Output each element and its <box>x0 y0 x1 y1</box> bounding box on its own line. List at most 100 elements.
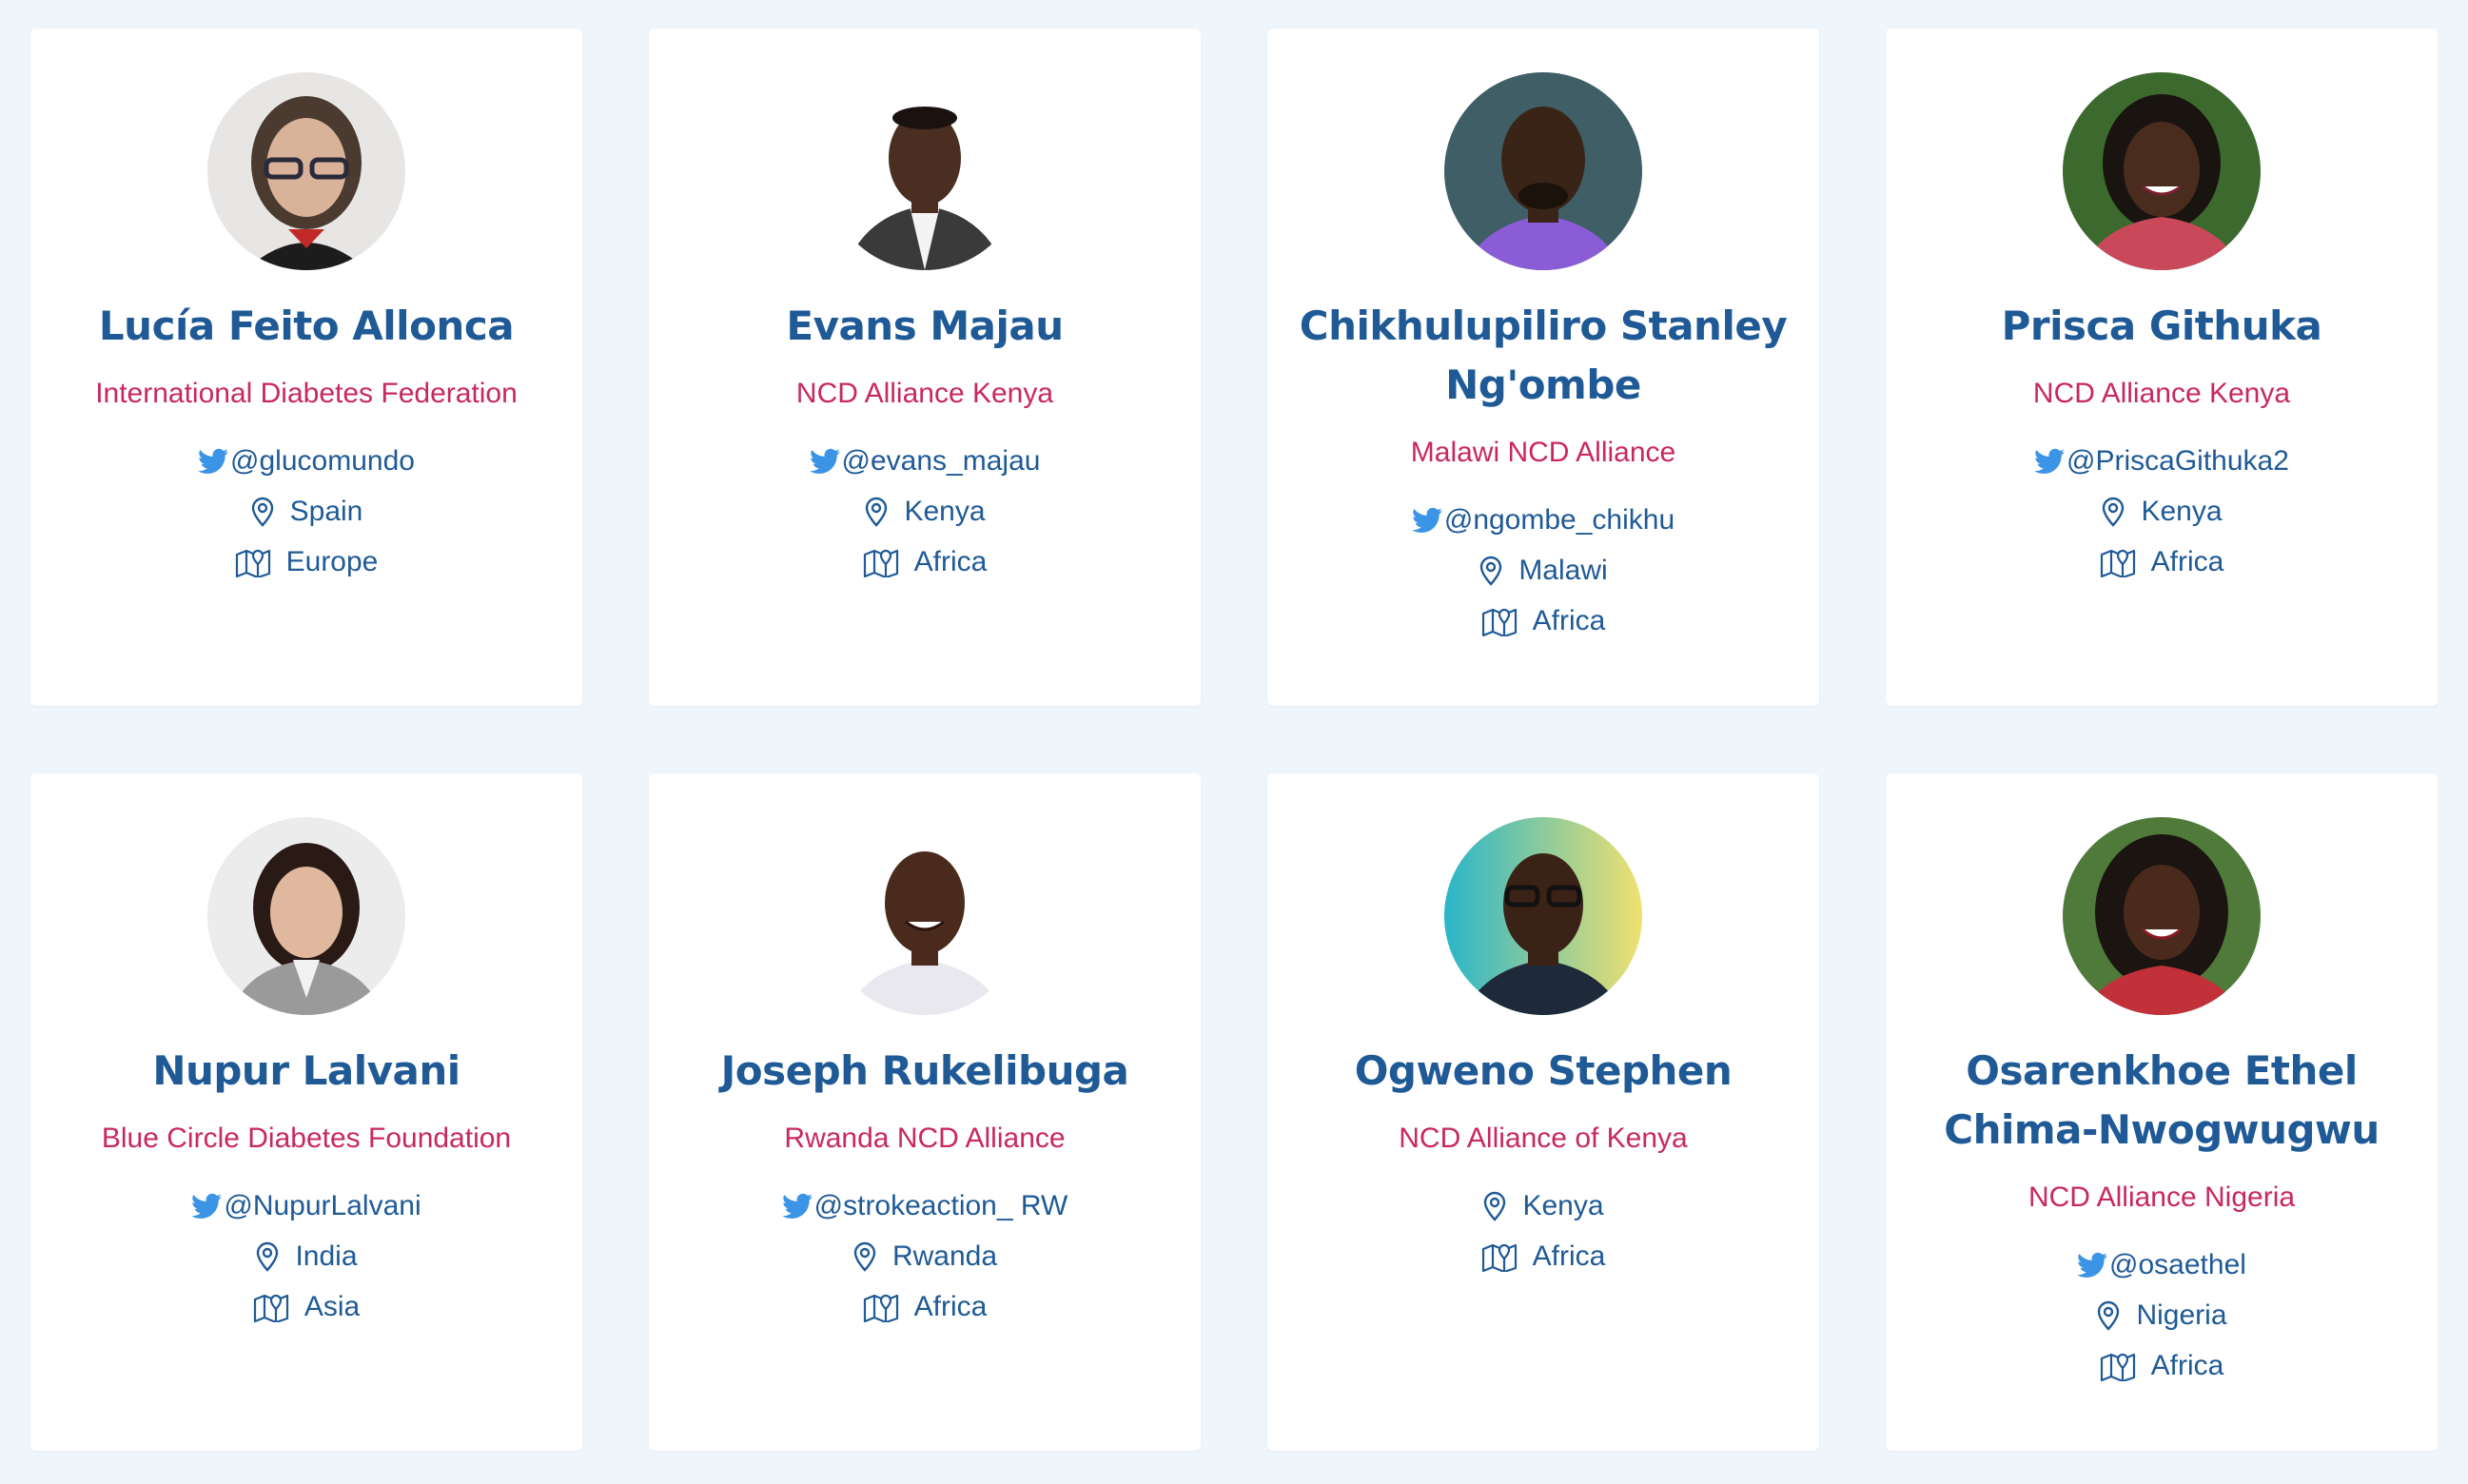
person-organization[interactable]: Malawi NCD Alliance <box>1267 434 1819 472</box>
avatar <box>2063 817 2261 1015</box>
person-name: Lucía Feito Allonca <box>98 303 515 349</box>
twitter-handle-row[interactable]: @PriscaGithuka2 <box>1886 436 2438 486</box>
location-row: Rwanda <box>649 1231 1201 1281</box>
avatar <box>2063 72 2261 270</box>
avatar <box>826 817 1024 1015</box>
twitter-icon <box>2034 448 2066 474</box>
map-pin-icon <box>2098 1300 2120 1331</box>
map-pin-icon <box>2103 497 2125 527</box>
twitter-handle[interactable]: @PriscaGithuka2 <box>2066 445 2289 478</box>
twitter-handle[interactable]: @osaethel <box>2109 1249 2246 1281</box>
region-row: Africa <box>1267 1231 1819 1281</box>
person-meta: Kenya Africa <box>1267 1181 1819 1281</box>
location-row: Malawi <box>1267 545 1819 596</box>
person-organization[interactable]: NCD Alliance Kenya <box>1886 375 2438 413</box>
twitter-handle-row[interactable]: @NupurLalvani <box>30 1181 582 1231</box>
region-row: Asia <box>30 1281 582 1332</box>
person-region: Africa <box>1532 604 1606 636</box>
map-icon <box>235 549 270 577</box>
person-region: Africa <box>2150 1349 2224 1381</box>
twitter-handle[interactable]: @evans_majau <box>842 445 1041 478</box>
person-name: Joseph Rukelibuga <box>720 1047 1129 1094</box>
person-meta: @osaethel Nigeria Africa <box>1886 1240 2438 1391</box>
twitter-handle-row[interactable]: @ngombe_chikhu <box>1267 495 1819 545</box>
location-row: Kenya <box>1886 486 2438 537</box>
twitter-handle[interactable]: @strokeaction_ RW <box>814 1190 1068 1222</box>
person-country: Kenya <box>1522 1189 1604 1221</box>
person-region: Africa <box>2150 545 2224 577</box>
location-row: India <box>30 1231 582 1281</box>
person-region: Africa <box>913 545 988 577</box>
map-pin-icon <box>853 1241 876 1272</box>
map-pin-icon <box>866 497 888 527</box>
map-pin-icon <box>251 497 273 527</box>
person-country: Malawi <box>1518 554 1608 586</box>
person-card[interactable]: Nupur Lalvani Blue Circle Diabetes Found… <box>30 773 582 1451</box>
twitter-handle[interactable]: @ngombe_chikhu <box>1444 504 1675 537</box>
person-country: Rwanda <box>891 1240 998 1272</box>
person-organization[interactable]: NCD Alliance Kenya <box>649 375 1201 413</box>
person-meta: @PriscaGithuka2 Kenya Africa <box>1886 436 2438 587</box>
person-organization[interactable]: NCD Alliance of Kenya <box>1267 1120 1819 1158</box>
person-meta: @glucomundo Spain Europe <box>30 436 582 587</box>
region-row: Africa <box>1886 1340 2438 1391</box>
person-country: Kenya <box>904 495 986 527</box>
twitter-handle[interactable]: @glucomundo <box>230 445 415 478</box>
person-meta: @evans_majau Kenya Africa <box>649 436 1201 587</box>
person-organization[interactable]: International Diabetes Federation <box>30 375 582 413</box>
avatar <box>826 72 1024 270</box>
map-pin-icon <box>1484 1191 1506 1221</box>
twitter-handle-row[interactable]: @evans_majau <box>649 436 1201 486</box>
avatar <box>207 72 405 270</box>
location-row: Kenya <box>1267 1181 1819 1231</box>
person-organization[interactable]: Blue Circle Diabetes Foundation <box>30 1120 582 1158</box>
person-name: Ogweno Stephen <box>1354 1047 1733 1094</box>
twitter-icon <box>198 448 229 474</box>
person-region: Asia <box>304 1290 361 1322</box>
avatar <box>207 817 405 1015</box>
twitter-icon <box>2077 1252 2108 1278</box>
twitter-handle[interactable]: @NupurLalvani <box>224 1190 421 1222</box>
twitter-handle-row[interactable]: @glucomundo <box>30 436 582 486</box>
twitter-icon <box>1411 507 1442 533</box>
person-card[interactable]: Lucía Feito Allonca International Diabet… <box>30 29 582 706</box>
person-card[interactable]: Ogweno Stephen NCD Alliance of Kenya Ken… <box>1267 773 1819 1451</box>
map-icon <box>863 549 898 577</box>
map-icon <box>2100 1353 2135 1381</box>
twitter-handle-row[interactable]: @strokeaction_ RW <box>649 1181 1201 1231</box>
map-icon <box>1481 608 1517 636</box>
person-meta: @ngombe_chikhu Malawi Africa <box>1267 495 1819 646</box>
location-row: Spain <box>30 486 582 537</box>
person-card[interactable]: Osarenkhoe Ethel Chima-Nwogwugwu NCD All… <box>1886 773 2438 1451</box>
person-card[interactable]: Chikhulupiliro Stanley Ng'ombe Malawi NC… <box>1267 29 1819 706</box>
twitter-icon <box>781 1193 813 1219</box>
person-region: Africa <box>1532 1240 1606 1272</box>
region-row: Africa <box>649 537 1201 587</box>
map-icon <box>253 1294 288 1322</box>
person-name: Prisca Githuka <box>2001 303 2322 349</box>
person-country: Kenya <box>2141 495 2223 527</box>
region-row: Africa <box>1267 596 1819 646</box>
twitter-icon <box>191 1193 223 1219</box>
person-name: Chikhulupiliro Stanley Ng'ombe <box>1299 303 1788 408</box>
map-icon <box>863 1294 898 1322</box>
person-organization[interactable]: NCD Alliance Nigeria <box>1886 1179 2438 1217</box>
twitter-handle-row[interactable]: @osaethel <box>1886 1240 2438 1290</box>
map-pin-icon <box>257 1241 279 1272</box>
person-region: Africa <box>913 1290 988 1322</box>
person-country: Spain <box>289 495 363 527</box>
person-card[interactable]: Prisca Githuka NCD Alliance Kenya @Prisc… <box>1886 29 2438 706</box>
region-row: Africa <box>649 1281 1201 1332</box>
person-organization[interactable]: Rwanda NCD Alliance <box>649 1120 1201 1158</box>
person-card[interactable]: Evans Majau NCD Alliance Kenya @evans_ma… <box>649 29 1201 706</box>
person-country: India <box>295 1240 358 1272</box>
person-name: Evans Majau <box>786 303 1064 349</box>
twitter-icon <box>809 448 840 474</box>
location-row: Nigeria <box>1886 1290 2438 1340</box>
person-card[interactable]: Joseph Rukelibuga Rwanda NCD Alliance @s… <box>649 773 1201 1451</box>
avatar <box>1444 72 1642 270</box>
map-pin-icon <box>1480 556 1502 586</box>
avatar <box>1444 817 1642 1015</box>
person-name: Nupur Lalvani <box>152 1047 460 1094</box>
map-icon <box>1481 1243 1517 1272</box>
